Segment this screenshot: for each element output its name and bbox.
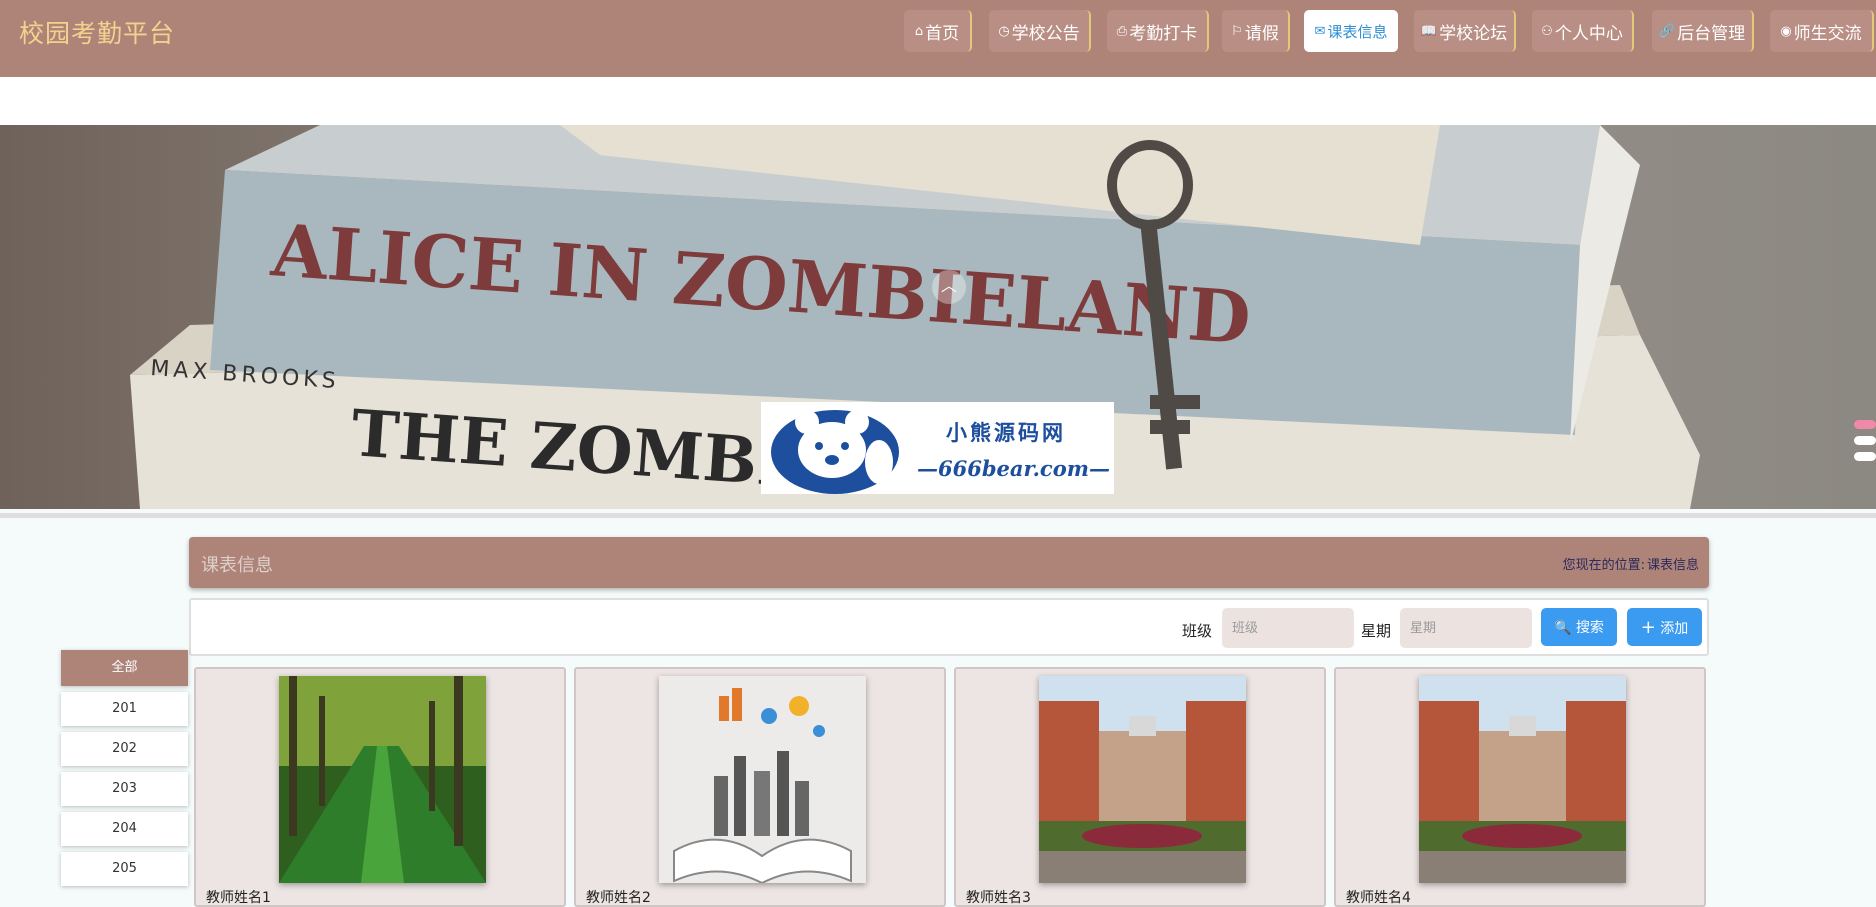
class-filter-list: 全部 201 202 203 204 205 [61, 650, 188, 892]
tree-road-image [279, 676, 486, 883]
class-filter-item[interactable]: 202 [61, 732, 188, 766]
class-filter-item[interactable]: 204 [61, 812, 188, 846]
schedule-card[interactable]: 教师姓名1 [194, 667, 566, 907]
nav-profile[interactable]: ⚇ 个人中心 [1532, 10, 1634, 52]
watermark-logo: 小熊源码网 —666bear.com— [761, 402, 1114, 494]
class-filter-item[interactable]: 203 [61, 772, 188, 806]
nav-notices[interactable]: ◷ 学校公告 [989, 10, 1091, 52]
print-icon: ⎙ [1116, 23, 1128, 39]
plus-icon: + [1640, 616, 1656, 638]
flag-icon: ⚐ [1231, 23, 1243, 39]
user-icon: ⚇ [1541, 23, 1553, 39]
nav-attendance[interactable]: ⎙ 考勤打卡 [1107, 10, 1209, 52]
section-title: 课表信息 [201, 555, 273, 576]
card-teacher-name: 教师姓名2 [586, 890, 651, 906]
nav-schedule[interactable]: ✉ 课表信息 [1304, 10, 1398, 52]
breadcrumb-prefix: 您现在的位置: [1562, 558, 1645, 573]
school-building-image [1039, 676, 1246, 883]
nav-label: 学校公告 [1011, 23, 1080, 44]
school-building-image [1419, 676, 1626, 883]
nav-label: 学校论坛 [1439, 23, 1508, 44]
card-image [279, 676, 486, 883]
nav-label: 个人中心 [1554, 23, 1623, 44]
schedule-card[interactable]: 教师姓名3 [954, 667, 1326, 907]
nav-label: 请假 [1244, 23, 1279, 44]
weekday-label: 星期 [1361, 622, 1392, 640]
watermark-title: 小熊源码网 [946, 420, 1066, 445]
card-image [1419, 676, 1626, 883]
add-button[interactable]: + 添加 [1627, 608, 1702, 646]
divider [0, 513, 1876, 518]
main-nav: ⌂ 首页 ◷ 学校公告 ⎙ 考勤打卡 ⚐ 请假 ✉ 课表信息 📖 学校论坛 ⚇ 个人中心 🔗 后… [0, 10, 1876, 54]
nav-exchange[interactable]: ◉ 师生交流 [1770, 10, 1874, 52]
home-icon: ⌂ [914, 23, 924, 39]
bear-logo-icon [771, 410, 899, 494]
clock-icon: ◷ [998, 23, 1010, 39]
nav-admin[interactable]: 🔗 后台管理 [1652, 10, 1754, 52]
weekday-input[interactable] [1400, 608, 1532, 648]
nav-label: 考勤打卡 [1129, 23, 1198, 44]
class-label: 班级 [1182, 622, 1213, 640]
search-icon: 🔍 [1554, 620, 1572, 636]
header-spacer [0, 77, 1876, 125]
carousel-dot[interactable] [1854, 420, 1876, 429]
nav-label: 首页 [925, 23, 960, 44]
section-header: 课表信息 您现在的位置: 课表信息 [189, 537, 1709, 588]
scroll-up-button[interactable]: ︿ [932, 270, 966, 304]
card-image [659, 676, 866, 883]
nav-leave[interactable]: ⚐ 请假 [1222, 10, 1290, 52]
carousel-indicators [1850, 413, 1876, 483]
class-filter-all[interactable]: 全部 [61, 650, 188, 686]
mail-icon: ✉ [1314, 23, 1326, 39]
class-input[interactable] [1222, 608, 1354, 648]
nav-label: 师生交流 [1793, 23, 1862, 44]
card-teacher-name: 教师姓名3 [966, 890, 1031, 906]
book-city-image [659, 676, 866, 883]
add-button-label: 添加 [1660, 620, 1689, 637]
chat-icon: ◉ [1780, 23, 1792, 39]
nav-label: 课表信息 [1327, 22, 1388, 41]
book-icon: 📖 [1420, 23, 1438, 39]
carousel-dot[interactable] [1854, 452, 1876, 461]
watermark-url: —666bear.com— [917, 456, 1110, 481]
chevron-up-icon: ︿ [940, 276, 957, 295]
search-button-label: 搜索 [1575, 620, 1604, 636]
class-filter-item[interactable]: 201 [61, 692, 188, 726]
search-bar: 班级 星期 🔍 搜索 + 添加 [189, 598, 1709, 656]
schedule-card[interactable]: 教师姓名2 [574, 667, 946, 907]
top-navbar: 校园考勤平台 ⌂ 首页 ◷ 学校公告 ⎙ 考勤打卡 ⚐ 请假 ✉ 课表信息 📖 学校论坛 ⚇… [0, 0, 1876, 77]
card-teacher-name: 教师姓名1 [206, 890, 271, 906]
nav-label: 后台管理 [1677, 23, 1746, 44]
breadcrumb: 您现在的位置: 课表信息 [1561, 554, 1699, 573]
card-image [1039, 676, 1246, 883]
nav-home[interactable]: ⌂ 首页 [904, 10, 972, 52]
schedule-card[interactable]: 教师姓名4 [1334, 667, 1706, 907]
card-teacher-name: 教师姓名4 [1346, 890, 1411, 906]
class-filter-item[interactable]: 205 [61, 852, 188, 886]
carousel-dot[interactable] [1854, 436, 1876, 445]
nav-forum[interactable]: 📖 学校论坛 [1414, 10, 1516, 52]
link-icon: 🔗 [1658, 23, 1676, 39]
breadcrumb-current[interactable]: 课表信息 [1647, 558, 1699, 573]
search-button[interactable]: 🔍 搜索 [1541, 608, 1617, 646]
